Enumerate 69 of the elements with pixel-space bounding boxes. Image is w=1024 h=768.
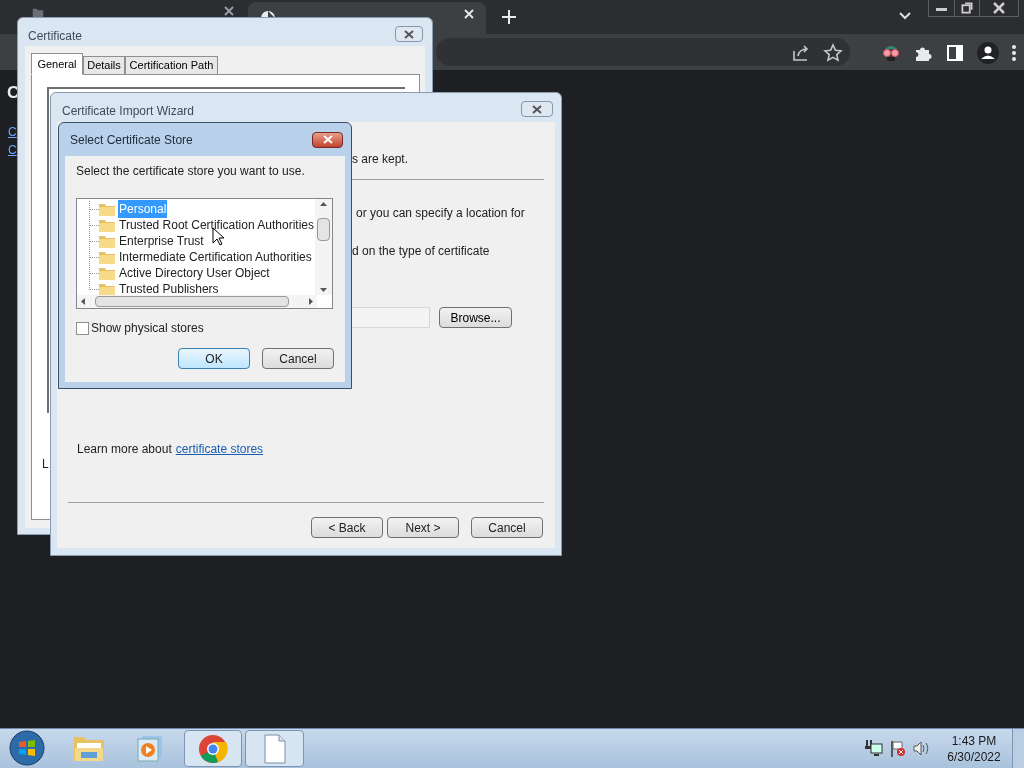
clock-time[interactable]: 1:43 PM: [951, 733, 997, 749]
folder-icon: [99, 234, 115, 248]
profile-icon[interactable]: [977, 42, 999, 64]
close-icon: [404, 29, 414, 39]
store-tree[interactable]: Personal Trusted Root Certification Authorities Enterprise Trust Intermediate Certification Authorities Active Directory User Object Trusted Publishers: [76, 198, 333, 309]
folder-icon: [99, 266, 115, 280]
media-player-icon[interactable]: [136, 734, 164, 762]
wizard-button[interactable]: < Back: [311, 517, 383, 538]
close-button[interactable]: [395, 26, 423, 42]
browse-button[interactable]: Browse...: [439, 307, 512, 328]
learn-more-text: Learn more about: [77, 441, 172, 458]
scroll-thumb[interactable]: [94, 296, 290, 307]
flag-icon[interactable]: [890, 740, 906, 757]
tab[interactable]: Certification Path: [125, 56, 218, 75]
certificate-text: L: [42, 456, 49, 473]
folder-icon: [99, 218, 115, 232]
wizard-button[interactable]: Cancel: [471, 517, 543, 538]
tree-item[interactable]: Active Directory User Object: [118, 264, 271, 282]
close-icon[interactable]: [224, 6, 234, 16]
window-title: Certificate: [28, 28, 83, 45]
folder-icon: [99, 282, 115, 296]
tab[interactable]: General: [31, 53, 83, 75]
menu-icon[interactable]: [1011, 44, 1017, 62]
tree-item[interactable]: Intermediate Certification Authorities: [118, 248, 313, 266]
volume-icon[interactable]: [913, 741, 930, 756]
start-orb-icon[interactable]: [9, 730, 45, 766]
page-link[interactable]: C: [8, 123, 17, 141]
dialog-button[interactable]: OK: [178, 348, 250, 369]
wizard-text: s are kept.: [352, 151, 409, 168]
star-icon[interactable]: [823, 43, 843, 63]
close-icon: [322, 135, 333, 144]
restore-icon[interactable]: [954, 0, 980, 16]
side-panel-icon[interactable]: [945, 43, 965, 63]
chevron-down-icon[interactable]: [899, 12, 911, 20]
wizard-text: or you can specify a location for: [356, 205, 525, 222]
wizard-button[interactable]: Next >: [387, 517, 459, 538]
folder-icon: [99, 202, 115, 216]
new-tab-icon[interactable]: [502, 10, 516, 24]
wizard-text: d on the type of certificate: [352, 243, 490, 260]
page-link[interactable]: C: [8, 141, 17, 159]
certificate-stores-link[interactable]: certificate stores: [175, 440, 264, 458]
window-title: Certificate Import Wizard: [62, 103, 195, 120]
folder-icon: [99, 250, 115, 264]
extension-icon[interactable]: [881, 43, 901, 63]
dialog-prompt: Select the certificate store you want to use.: [76, 163, 306, 180]
scroll-down-icon[interactable]: [320, 288, 327, 292]
share-icon[interactable]: [791, 43, 811, 63]
checkbox-label: Show physical stores: [91, 320, 204, 337]
close-icon: [532, 104, 542, 114]
checkbox[interactable]: [76, 321, 89, 335]
scroll-right-icon[interactable]: [309, 298, 313, 305]
document-icon: [263, 733, 286, 764]
dialog-title: Select Certificate Store: [70, 131, 193, 149]
close-button[interactable]: [312, 131, 343, 148]
scroll-left-icon[interactable]: [81, 298, 85, 305]
clock-date[interactable]: 6/30/2022: [947, 749, 1001, 765]
tree-item[interactable]: Enterprise Trust: [118, 232, 205, 250]
taskbar-button[interactable]: [184, 730, 242, 767]
scroll-thumb[interactable]: [317, 218, 330, 241]
chrome-icon: [198, 733, 228, 764]
taskbar-button[interactable]: [245, 730, 304, 767]
network-icon[interactable]: [865, 740, 883, 757]
dialog-button[interactable]: Cancel: [262, 348, 334, 369]
tree-item[interactable]: Trusted Publishers: [118, 280, 220, 297]
tree-item[interactable]: Trusted Root Certification Authorities: [118, 216, 315, 234]
tab[interactable]: Details: [83, 56, 125, 75]
close-button[interactable]: [521, 101, 553, 117]
scroll-up-icon[interactable]: [320, 202, 327, 206]
mouse-cursor-icon: [212, 227, 225, 246]
